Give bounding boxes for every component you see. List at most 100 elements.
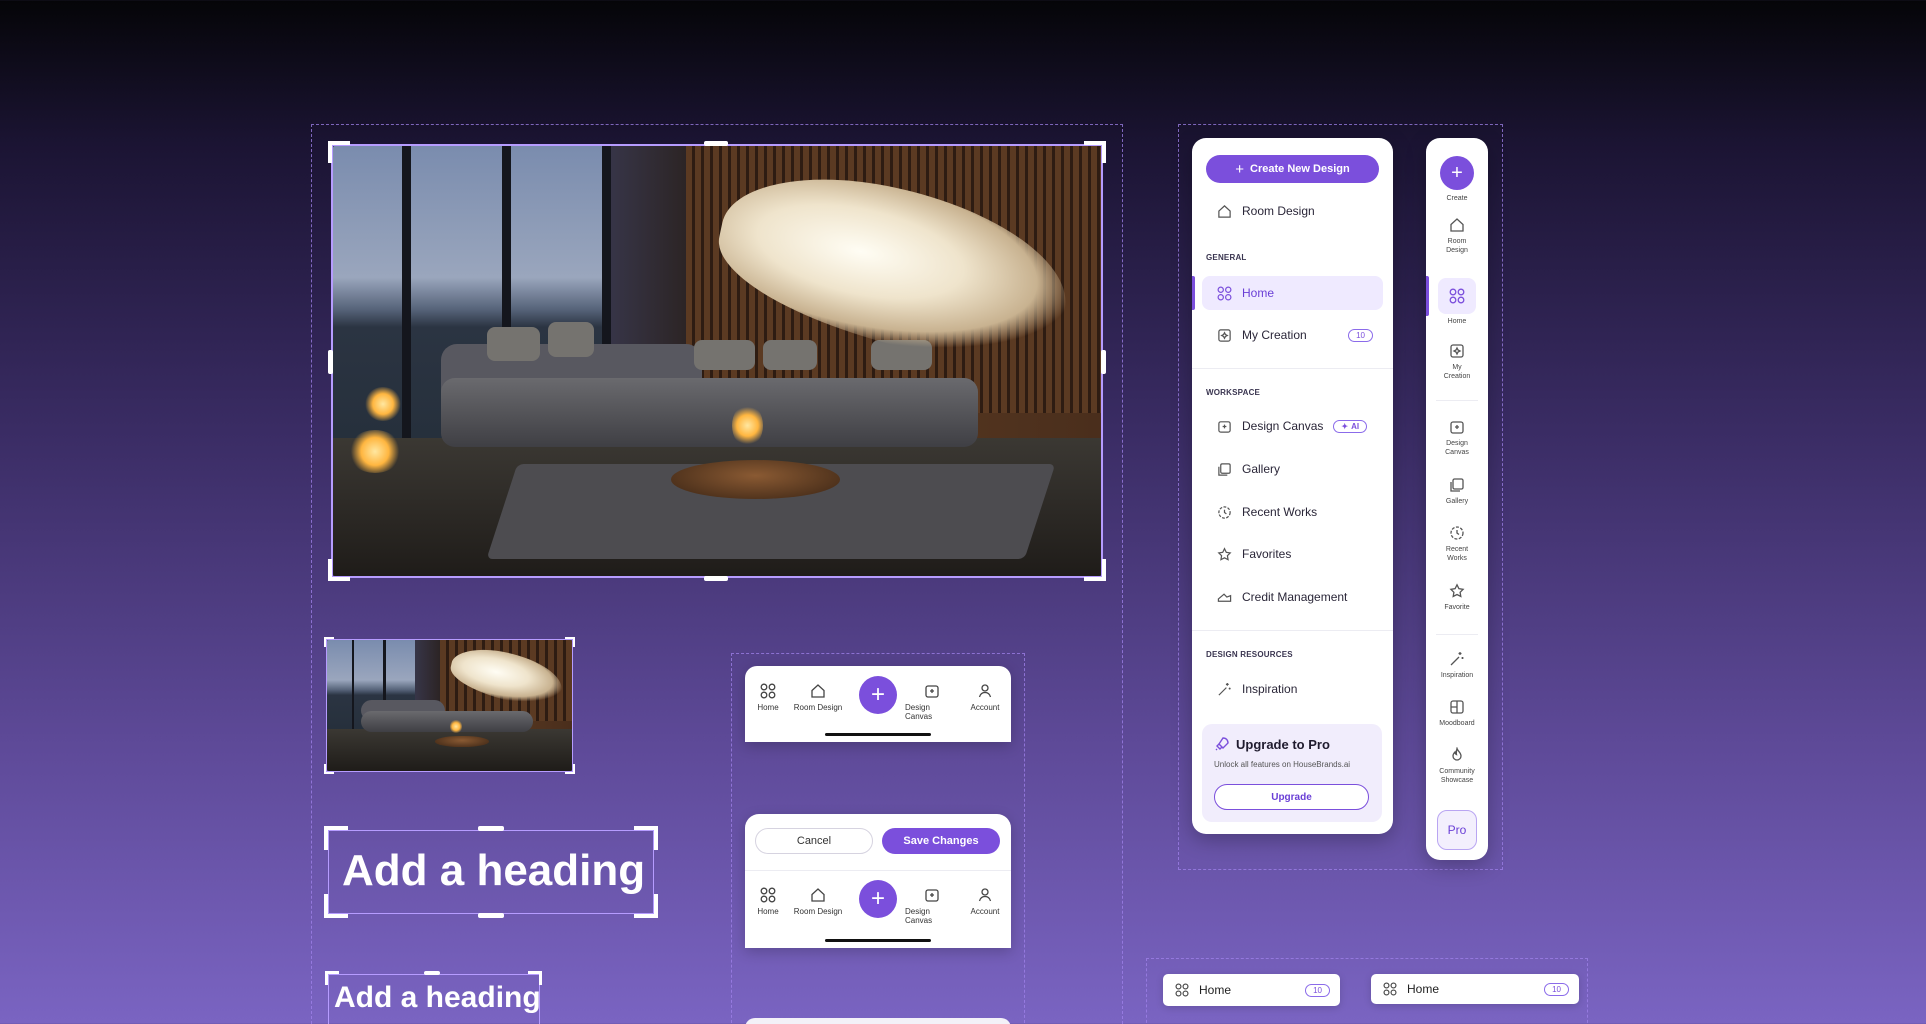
create-fab[interactable]: +	[859, 676, 897, 714]
create-fab-2[interactable]: +	[859, 880, 897, 918]
upgrade-title: Upgrade to Pro	[1236, 737, 1330, 752]
upgrade-button[interactable]: Upgrade	[1214, 784, 1369, 810]
grid-icon	[1175, 983, 1189, 997]
mobile-nav-design-canvas-2[interactable]: Design Canvas	[905, 886, 959, 925]
rail-favorite[interactable]: Favorite	[1426, 582, 1488, 612]
sidebar-item-design-canvas[interactable]: Design Canvas ✦ AI	[1202, 409, 1383, 443]
rail-gallery[interactable]: Gallery	[1426, 476, 1488, 506]
resize-handle-small-tl[interactable]	[324, 637, 334, 647]
mobile-nav-room-design-2-label: Room Design	[793, 907, 843, 916]
rail-community-showcase-label: Community Showcase	[1439, 768, 1475, 784]
heading-handle-bottom[interactable]	[478, 913, 504, 918]
sidebar-item-my-creation[interactable]: My Creation 10	[1202, 318, 1383, 352]
resize-handle-left[interactable]	[328, 350, 333, 374]
rail-inspiration[interactable]: Inspiration	[1426, 650, 1488, 680]
rail-home[interactable]: Home	[1426, 278, 1488, 326]
mobile-nav-account[interactable]: Account	[965, 682, 1005, 712]
house-icon	[1448, 216, 1466, 234]
sidebar-item-inspiration[interactable]: Inspiration	[1202, 672, 1383, 706]
home-chip-1[interactable]: Home 10	[1163, 974, 1340, 1006]
action-divider	[745, 870, 1011, 871]
mobile-nav-account-2-label: Account	[970, 907, 1000, 916]
resize-handle-bottom[interactable]	[704, 576, 728, 581]
sidebar-item-room-design-label: Room Design	[1242, 204, 1315, 218]
rocket-icon	[1214, 736, 1230, 752]
mobile-nav-room-design[interactable]: Room Design	[793, 682, 843, 712]
heading-handle-br[interactable]	[634, 894, 658, 918]
resize-handle-tr[interactable]	[1084, 141, 1106, 163]
house-icon	[1216, 203, 1232, 219]
mobile-nav-design-canvas-label: Design Canvas	[905, 703, 933, 721]
magic-wand-icon	[1448, 650, 1466, 668]
mobile-nav-home-label: Home	[757, 703, 779, 712]
rail-recent-works[interactable]: Recent Works	[1426, 524, 1488, 563]
grid-icon	[759, 682, 777, 700]
resize-handle-small-br[interactable]	[565, 764, 575, 774]
resize-handle-bl[interactable]	[328, 559, 350, 581]
rail-divider-1	[1436, 400, 1478, 401]
sidebar-divider-2	[1192, 630, 1393, 631]
creation-icon	[1448, 342, 1466, 360]
resize-handle-right[interactable]	[1101, 350, 1106, 374]
mobile-nav-design-canvas[interactable]: Design Canvas	[905, 682, 959, 721]
rail-recent-works-label: Recent Works	[1445, 546, 1469, 562]
mobile-action-bar: Cancel Save Changes Home Room Design + D…	[745, 814, 1011, 948]
save-changes-button[interactable]: Save Changes	[882, 828, 1000, 854]
rail-community-showcase[interactable]: Community Showcase	[1426, 746, 1488, 785]
resize-handle-top[interactable]	[704, 141, 728, 146]
cancel-button[interactable]: Cancel	[755, 828, 873, 854]
sidebar-item-favorites[interactable]: Favorites	[1202, 537, 1383, 571]
ai-badge: ✦ AI	[1333, 419, 1368, 433]
mobile-nav-home-2[interactable]: Home	[753, 886, 783, 916]
grid-icon	[1383, 982, 1397, 996]
home-chip-2-label: Home	[1407, 982, 1440, 996]
selection-box-large	[331, 144, 1103, 578]
heading-large[interactable]: Add a heading	[342, 846, 645, 896]
mobile-nav-home[interactable]: Home	[753, 682, 783, 712]
heading-small[interactable]: Add a heading	[334, 981, 541, 1015]
create-new-design-label: Create New Design	[1250, 163, 1350, 175]
home-chip-1-label: Home	[1199, 983, 1232, 997]
section-workspace: WORKSPACE	[1206, 388, 1261, 397]
create-fab-rail[interactable]: +	[1440, 156, 1474, 190]
resize-handle-small-tr[interactable]	[565, 637, 575, 647]
resize-handle-small-bl[interactable]	[324, 764, 334, 774]
sidebar-divider-1	[1192, 368, 1393, 369]
sparkle-icon: ✦	[1341, 421, 1349, 431]
rail-moodboard[interactable]: Moodboard	[1426, 698, 1488, 728]
create-new-design-button[interactable]: + Create New Design	[1206, 155, 1379, 183]
user-icon	[976, 682, 994, 700]
mobile-nav-design-canvas-2-label: Design Canvas	[905, 907, 933, 925]
heading-small-handle-top[interactable]	[424, 971, 440, 975]
sidebar-item-room-design[interactable]: Room Design	[1202, 194, 1383, 228]
pro-button[interactable]: Pro	[1437, 810, 1477, 850]
rail-my-creation[interactable]: My Creation	[1426, 342, 1488, 381]
count-badge: 10	[1348, 328, 1373, 342]
home-chip-2[interactable]: Home 10	[1371, 974, 1579, 1004]
canvas-sparkle-icon	[1216, 418, 1232, 434]
sidebar-item-recent-works[interactable]: Recent Works	[1202, 495, 1383, 529]
sidebar-item-credit-management[interactable]: Credit Management	[1202, 580, 1383, 614]
mobile-nav-room-design-2[interactable]: Room Design	[793, 886, 843, 916]
mobile-nav-account-2[interactable]: Account	[965, 886, 1005, 916]
resize-handle-br[interactable]	[1084, 559, 1106, 581]
canvas-sparkle-icon	[1448, 418, 1466, 436]
rail-create-label: Create	[1446, 195, 1468, 202]
rail-design-canvas[interactable]: Design Canvas	[1426, 418, 1488, 457]
rail-room-design[interactable]: Room Design	[1426, 216, 1488, 255]
ai-badge-label: AI	[1351, 421, 1360, 431]
house-icon	[809, 886, 827, 904]
sidebar-item-home[interactable]: Home	[1202, 276, 1383, 310]
mobile-nav-account-label: Account	[970, 703, 1000, 712]
mobile-bar-peek	[745, 1018, 1011, 1024]
heading-handle-bl[interactable]	[324, 894, 348, 918]
rail-create[interactable]: + Create	[1426, 156, 1488, 203]
heading-handle-top[interactable]	[478, 826, 504, 831]
sidebar-item-inspiration-label: Inspiration	[1242, 682, 1298, 696]
grid-icon	[759, 886, 777, 904]
home-chip-2-count: 10	[1544, 982, 1569, 996]
resize-handle-tl[interactable]	[328, 141, 350, 163]
sidebar-item-gallery[interactable]: Gallery	[1202, 452, 1383, 486]
house-icon	[809, 682, 827, 700]
mobile-nav-bar-1: Home Room Design + Design Canvas Account	[745, 666, 1011, 742]
